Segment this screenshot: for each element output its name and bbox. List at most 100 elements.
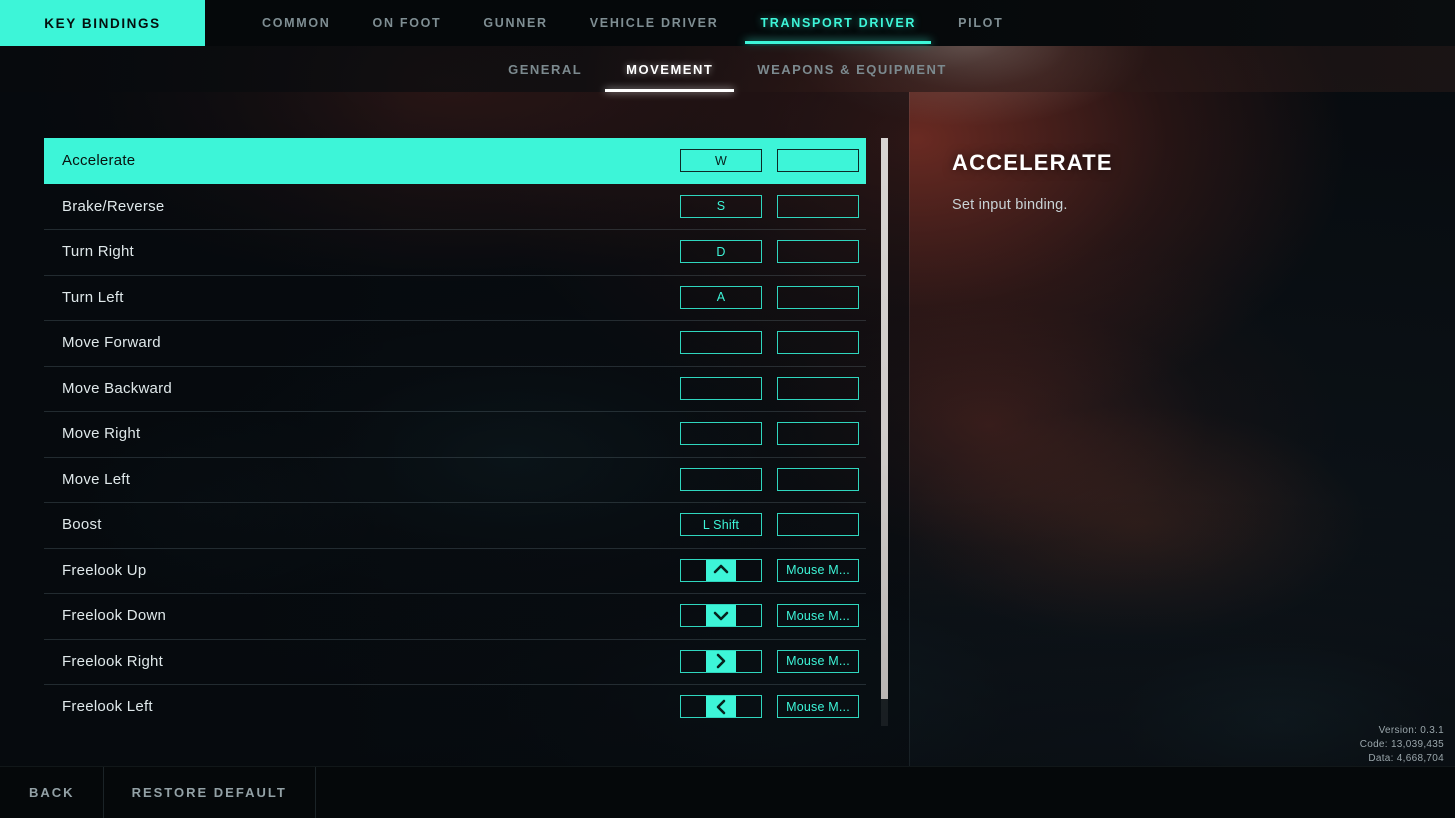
- primary-nav-item-common[interactable]: COMMON: [241, 0, 352, 46]
- binding-slot-primary[interactable]: L Shift: [680, 513, 762, 537]
- detail-description: Set input binding.: [952, 197, 1068, 213]
- binding-slot-secondary[interactable]: Mouse M...: [777, 558, 859, 582]
- build-code: Code: 13,039,435: [1359, 739, 1444, 750]
- binding-action-label: Accelerate: [62, 152, 136, 170]
- binding-key-label: D: [716, 244, 726, 259]
- primary-nav-items: COMMON ON FOOT GUNNER VEHICLE DRIVER TRANSPO…: [205, 0, 1024, 46]
- primary-nav-item-vehicle-driver[interactable]: VEHICLE DRIVER: [569, 0, 740, 46]
- binding-slot-primary[interactable]: [680, 649, 762, 673]
- binding-slot-secondary[interactable]: [777, 149, 859, 173]
- binding-slot-secondary[interactable]: [777, 513, 859, 537]
- build-version: Version: 0.3.1: [1378, 725, 1444, 736]
- chevron-right-icon: [706, 650, 736, 672]
- binding-slots: [680, 422, 866, 446]
- primary-nav-item-transport-driver[interactable]: TRANSPORT DRIVER: [739, 0, 937, 46]
- binding-row[interactable]: Freelook Down Mouse M...: [44, 593, 866, 639]
- binding-slot-secondary[interactable]: [777, 422, 859, 446]
- build-info: Version: 0.3.1 Code: 13,039,435 Data: 4,…: [1360, 724, 1444, 766]
- build-data: Data: 4,668,704: [1368, 753, 1444, 764]
- binding-row[interactable]: Move Forward: [44, 320, 866, 366]
- binding-slot-primary[interactable]: D: [680, 240, 762, 264]
- binding-row[interactable]: Freelook Right Mouse M...: [44, 638, 866, 685]
- binding-slot-primary[interactable]: [680, 467, 762, 491]
- binding-action-label: Move Left: [62, 470, 131, 488]
- list-scrollbar[interactable]: [881, 138, 888, 726]
- binding-key-label: Mouse M...: [786, 608, 850, 623]
- primary-nav-item-label: PILOT: [958, 16, 1004, 30]
- secondary-nav-item-label: MOVEMENT: [626, 61, 714, 77]
- primary-nav-item-label: TRANSPORT DRIVER: [760, 16, 917, 30]
- binding-row[interactable]: Move Right: [44, 411, 866, 457]
- binding-slot-primary[interactable]: [680, 604, 762, 628]
- binding-row[interactable]: Brake/Reverse S: [44, 184, 866, 230]
- binding-slot-secondary[interactable]: [777, 331, 859, 355]
- binding-key-label: W: [715, 153, 727, 168]
- binding-slot-primary[interactable]: W: [680, 149, 762, 173]
- binding-action-label: Turn Right: [62, 243, 134, 261]
- binding-action-label: Move Backward: [62, 379, 172, 397]
- key-bindings-tab-label: KEY BINDINGS: [44, 15, 161, 31]
- binding-action-label: Boost: [62, 516, 102, 534]
- binding-row[interactable]: Freelook Left Mouse M...: [44, 684, 866, 730]
- binding-slots: Mouse M...: [680, 604, 866, 628]
- binding-slot-primary[interactable]: [680, 558, 762, 582]
- binding-slots: L Shift: [680, 513, 866, 537]
- binding-key-label: A: [716, 290, 726, 305]
- binding-row[interactable]: Boost L Shift: [44, 502, 866, 548]
- secondary-nav-item-movement[interactable]: MOVEMENT: [604, 46, 735, 92]
- scrollbar-thumb[interactable]: [881, 138, 888, 699]
- primary-nav-item-on-foot[interactable]: ON FOOT: [352, 0, 463, 46]
- key-bindings-tab[interactable]: KEY BINDINGS: [0, 0, 205, 46]
- binding-slot-secondary[interactable]: [777, 467, 859, 491]
- binding-row[interactable]: Accelerate W: [44, 138, 866, 184]
- binding-slots: W: [680, 149, 866, 173]
- binding-slots: [680, 331, 866, 355]
- primary-nav-item-pilot[interactable]: PILOT: [937, 0, 1024, 46]
- binding-slot-secondary[interactable]: [777, 240, 859, 264]
- restore-default-button-label: RESTORE DEFAULT: [131, 785, 287, 800]
- binding-slots: Mouse M...: [680, 695, 866, 719]
- binding-key-label: Mouse M...: [786, 563, 850, 578]
- binding-slot-primary[interactable]: [680, 331, 762, 355]
- secondary-nav-item-label: WEAPONS & EQUIPMENT: [757, 61, 947, 77]
- primary-nav-item-label: VEHICLE DRIVER: [589, 16, 719, 30]
- binding-slot-secondary[interactable]: [777, 194, 859, 218]
- chevron-down-icon: [706, 605, 736, 627]
- secondary-nav-item-weapons-equipment[interactable]: WEAPONS & EQUIPMENT: [735, 46, 969, 92]
- binding-row[interactable]: Move Left: [44, 456, 866, 503]
- restore-default-button[interactable]: RESTORE DEFAULT: [104, 767, 316, 818]
- binding-slots: A: [680, 285, 866, 309]
- binding-slot-secondary[interactable]: [777, 285, 859, 309]
- binding-slot-secondary[interactable]: Mouse M...: [777, 695, 859, 719]
- binding-action-label: Freelook Up: [62, 561, 147, 579]
- secondary-nav-item-general[interactable]: GENERAL: [486, 46, 604, 92]
- binding-slots: Mouse M...: [680, 649, 866, 673]
- binding-slot-primary[interactable]: [680, 376, 762, 400]
- primary-nav-item-gunner[interactable]: GUNNER: [462, 0, 568, 46]
- binding-key-label: Mouse M...: [786, 654, 850, 669]
- binding-slot-primary[interactable]: S: [680, 194, 762, 218]
- binding-action-label: Freelook Down: [62, 607, 167, 625]
- binding-action-label: Turn Left: [62, 288, 124, 306]
- binding-key-label: Mouse M...: [786, 699, 850, 714]
- binding-slot-primary[interactable]: A: [680, 285, 762, 309]
- binding-row[interactable]: Turn Left A: [44, 274, 866, 321]
- panel-divider: [909, 92, 910, 766]
- binding-slot-secondary[interactable]: Mouse M...: [777, 604, 859, 628]
- binding-action-label: Move Forward: [62, 334, 161, 352]
- binding-slot-primary[interactable]: [680, 422, 762, 446]
- secondary-nav-item-label: GENERAL: [508, 61, 583, 77]
- back-button[interactable]: BACK: [0, 767, 104, 818]
- binding-slot-primary[interactable]: [680, 695, 762, 719]
- detail-panel: ACCELERATE Set input binding.: [952, 150, 1422, 213]
- binding-slot-secondary[interactable]: Mouse M...: [777, 649, 859, 673]
- binding-row[interactable]: Move Backward: [44, 365, 866, 412]
- binding-row[interactable]: Turn Right D: [44, 229, 866, 275]
- key-bindings-screen: KEY BINDINGS COMMON ON FOOT GUNNER VEHICLE …: [0, 0, 1455, 818]
- binding-slot-secondary[interactable]: [777, 376, 859, 400]
- secondary-nav: GENERAL MOVEMENT WEAPONS & EQUIPMENT: [0, 46, 1455, 92]
- binding-row[interactable]: Freelook Up Mouse M...: [44, 547, 866, 594]
- bottom-bar: BACK RESTORE DEFAULT: [0, 766, 1455, 818]
- primary-nav: KEY BINDINGS COMMON ON FOOT GUNNER VEHICLE …: [0, 0, 1455, 46]
- binding-key-label: S: [716, 199, 726, 214]
